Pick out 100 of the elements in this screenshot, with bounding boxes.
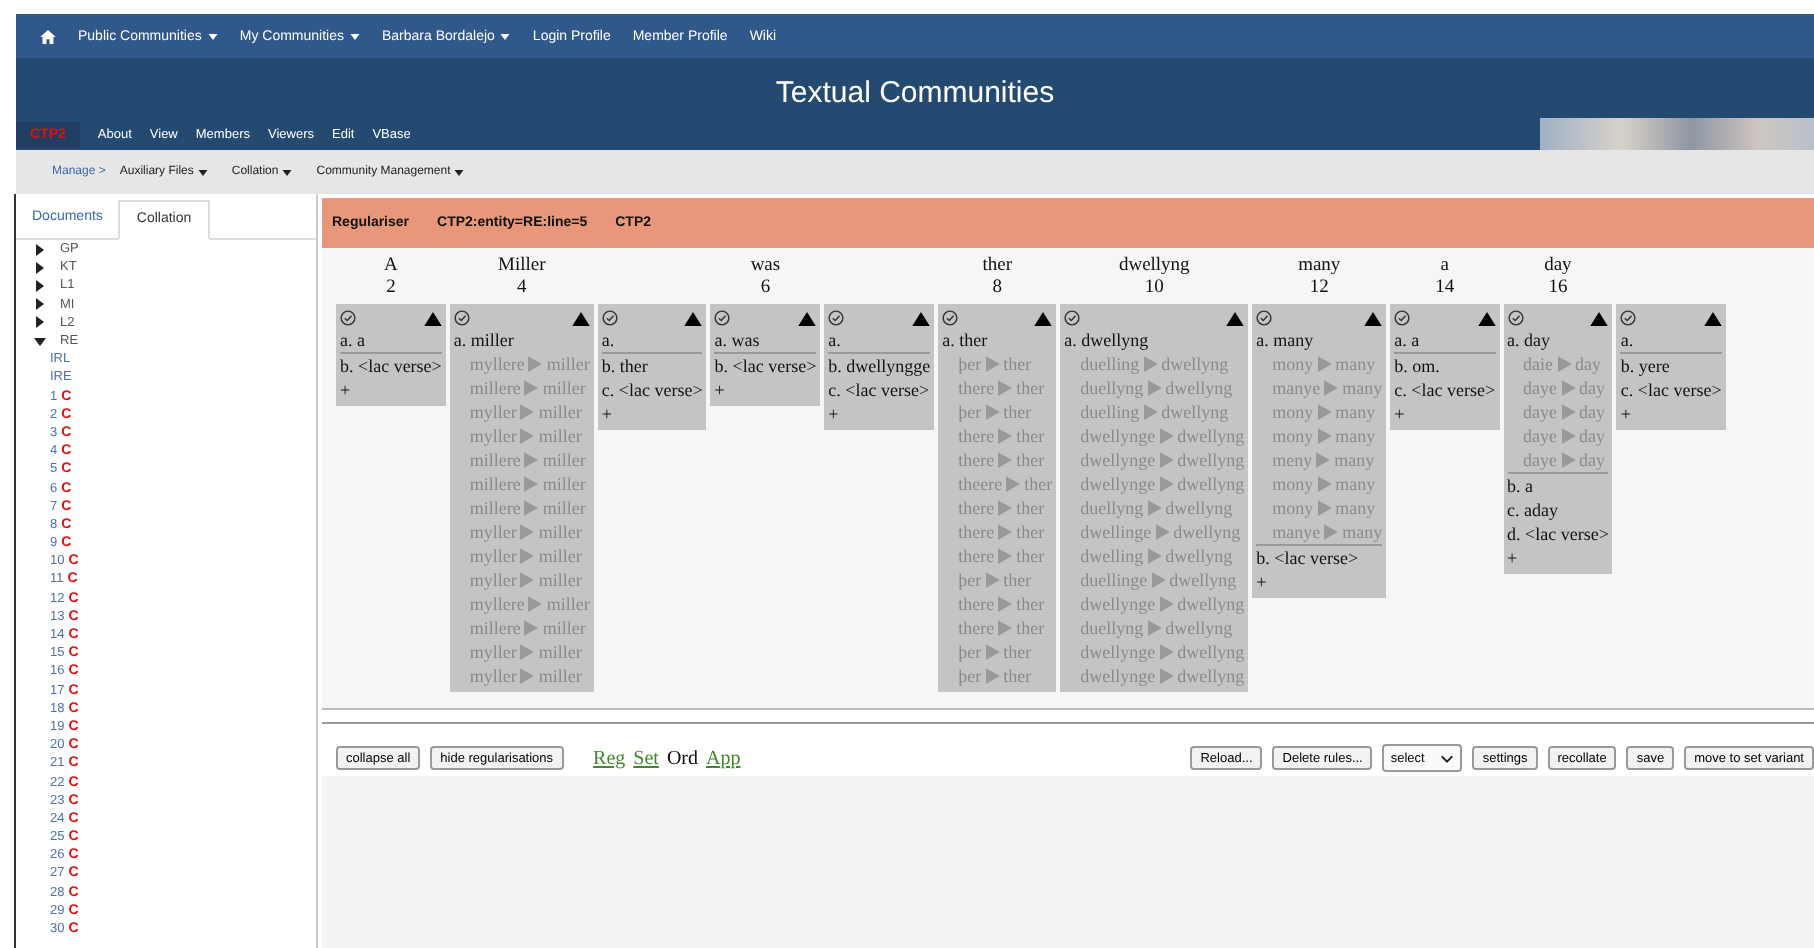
regularised-reading: ther: [1016, 544, 1045, 568]
add-variant-button[interactable]: +: [601, 402, 703, 426]
original-reading: dwellynge: [1080, 592, 1156, 616]
collapsed-triangle-icon[interactable]: [34, 316, 46, 329]
collapsed-triangle-icon[interactable]: [34, 261, 46, 274]
regularised-reading: miller: [542, 616, 586, 640]
variant-reading[interactable]: b. ther: [601, 354, 703, 378]
triangle-icon[interactable]: [798, 311, 817, 325]
check-circle-icon[interactable]: [714, 310, 731, 326]
triangle-icon[interactable]: [1590, 311, 1609, 325]
check-circle-icon[interactable]: [1620, 310, 1637, 326]
add-variant-button[interactable]: +: [340, 378, 442, 402]
original-reading: mony: [1272, 400, 1314, 424]
original-reading: manye: [1272, 376, 1321, 400]
triangle-icon[interactable]: [1034, 311, 1053, 325]
variant-reading[interactable]: b. <lac verse>: [714, 354, 817, 378]
variant-reading[interactable]: a. was: [714, 328, 817, 352]
check-circle-icon[interactable]: [1507, 310, 1524, 326]
variant-reading[interactable]: a. a: [340, 328, 442, 352]
variant-reading[interactable]: c. <lac verse>: [1394, 378, 1496, 402]
column-number: 12: [1309, 278, 1329, 300]
check-circle-icon[interactable]: [1064, 310, 1081, 326]
original-reading: millere: [469, 616, 521, 640]
check-circle-icon[interactable]: [340, 310, 356, 326]
variant-reading[interactable]: c. <lac verse>: [1620, 378, 1722, 402]
check-circle-icon[interactable]: [1394, 310, 1411, 326]
variant-reading[interactable]: b. a: [1507, 474, 1609, 498]
triangle-icon[interactable]: [571, 311, 590, 325]
variant-reading[interactable]: a. ther: [942, 328, 1053, 352]
triangle-icon[interactable]: [1477, 311, 1496, 325]
variant-reading[interactable]: b. yere: [1620, 354, 1722, 378]
variant-reading[interactable]: a.: [601, 328, 703, 352]
variant-reading[interactable]: c. <lac verse>: [601, 378, 703, 402]
variant-reading[interactable]: d. <lac verse>: [1507, 522, 1609, 546]
original-reading: dwellinge: [1080, 520, 1152, 544]
original-reading: myller: [469, 664, 517, 688]
regularised-reading: ther: [1016, 448, 1045, 472]
original-reading: dwellynge: [1080, 472, 1156, 496]
original-reading: þer: [958, 568, 982, 592]
view-mode-link[interactable]: Set: [633, 747, 659, 769]
regularised-reading: ther: [1016, 376, 1045, 400]
home-icon[interactable]: [40, 29, 56, 43]
collapsed-triangle-icon[interactable]: [34, 279, 46, 292]
original-reading: millere: [469, 376, 521, 400]
caret-icon: [197, 169, 208, 175]
collapsed-triangle-icon[interactable]: [34, 243, 46, 256]
expanded-triangle-icon[interactable]: [34, 335, 46, 348]
add-variant-button[interactable]: +: [1507, 546, 1609, 570]
triangle-icon[interactable]: [1703, 311, 1722, 325]
column-word: A: [384, 256, 398, 278]
column-word: many: [1298, 256, 1341, 278]
triangle-icon[interactable]: [423, 311, 442, 325]
regularised-reading: dwellyng: [1165, 496, 1233, 520]
check-circle-icon[interactable]: [942, 310, 959, 326]
regularised-reading: many: [1334, 448, 1375, 472]
add-variant-button[interactable]: +: [1256, 570, 1383, 594]
column-number: 6: [760, 278, 771, 300]
regularised-reading: ther: [1024, 472, 1053, 496]
check-circle-icon[interactable]: [453, 310, 470, 326]
triangle-icon[interactable]: [1364, 311, 1383, 325]
triangle-icon[interactable]: [912, 311, 931, 325]
regularised-reading: dwellyng: [1177, 448, 1245, 472]
regularised-reading: dwellyng: [1177, 472, 1245, 496]
original-reading: myller: [469, 568, 517, 592]
original-reading: daie: [1523, 352, 1554, 376]
check-circle-icon[interactable]: [828, 310, 845, 326]
regularised-reading: miller: [538, 664, 582, 688]
variant-reading[interactable]: a. many: [1256, 328, 1383, 352]
variant-reading[interactable]: a. a: [1394, 328, 1496, 352]
collapsed-triangle-icon[interactable]: [34, 298, 46, 311]
variant-reading[interactable]: b. om.: [1394, 354, 1496, 378]
view-mode-link[interactable]: Ord: [666, 747, 698, 769]
variant-reading[interactable]: a. day: [1507, 328, 1609, 352]
add-variant-button[interactable]: +: [1394, 402, 1496, 426]
regularised-reading: miller: [538, 544, 582, 568]
original-reading: þer: [958, 664, 982, 688]
variant-reading[interactable]: b. <lac verse>: [1256, 546, 1383, 570]
variant-reading[interactable]: c. <lac verse>: [828, 378, 931, 402]
variant-reading[interactable]: a.: [828, 328, 931, 352]
view-mode-link[interactable]: App: [706, 747, 741, 769]
variant-reading[interactable]: b. <lac verse>: [340, 354, 442, 378]
add-variant-button[interactable]: +: [1620, 402, 1722, 426]
regularised-reading: many: [1335, 424, 1376, 448]
regularised-reading: ther: [1003, 640, 1032, 664]
check-circle-icon[interactable]: [601, 310, 618, 326]
variant-reading[interactable]: b. dwellyngge: [828, 354, 931, 378]
add-variant-button[interactable]: +: [828, 402, 931, 426]
view-mode-link[interactable]: Reg: [593, 747, 626, 769]
column-number: 4: [517, 278, 527, 300]
original-reading: there: [958, 496, 995, 520]
variant-reading[interactable]: c. aday: [1507, 498, 1609, 522]
add-variant-button[interactable]: +: [714, 378, 817, 402]
variant-reading[interactable]: a. dwellyng: [1064, 328, 1245, 352]
variant-reading[interactable]: a.: [1620, 328, 1722, 352]
original-reading: myller: [469, 640, 517, 664]
check-circle-icon[interactable]: [1256, 310, 1273, 326]
regularised-reading: day: [1579, 424, 1606, 448]
variant-reading[interactable]: a. miller: [453, 328, 590, 352]
triangle-icon[interactable]: [1226, 311, 1245, 325]
triangle-icon[interactable]: [684, 311, 703, 325]
